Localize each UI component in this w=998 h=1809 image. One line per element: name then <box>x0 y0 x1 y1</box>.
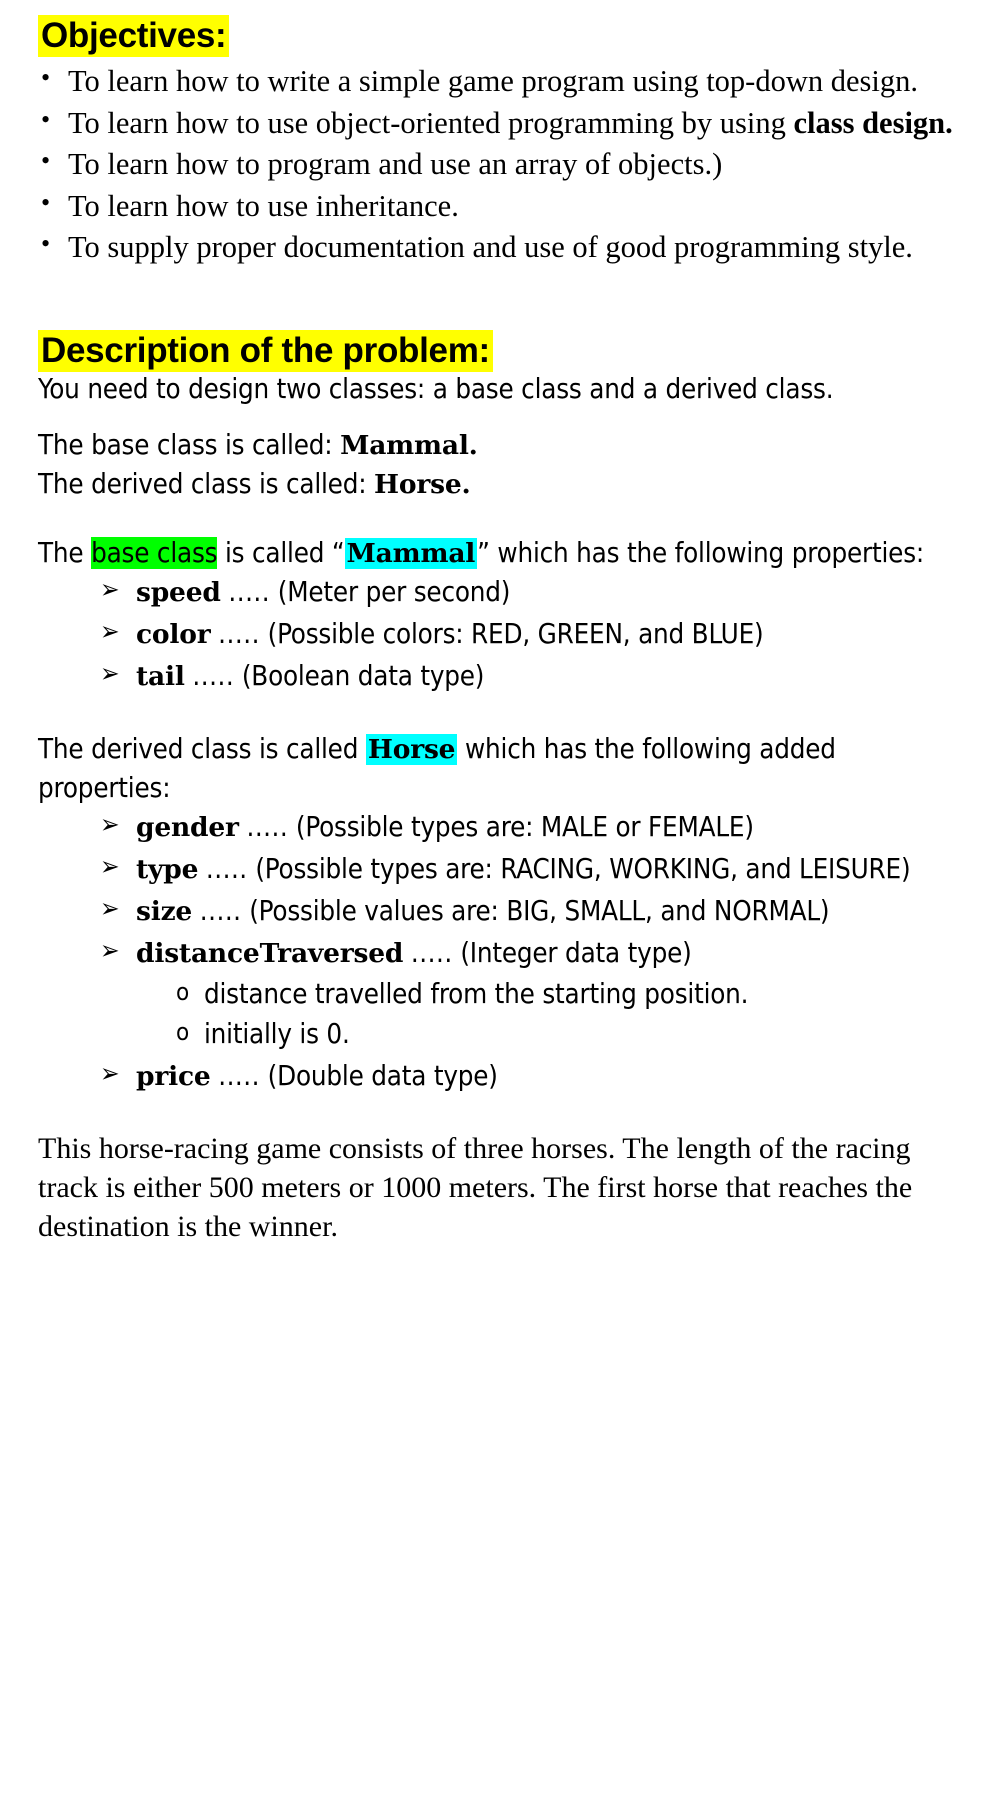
property-item: ➢ tail ..... (Boolean data type) <box>100 657 968 696</box>
bullet-dot-icon: • <box>41 63 51 93</box>
objectives-list: • To learn how to write a simple game pr… <box>0 61 998 268</box>
description-intro: You need to design two classes: a base c… <box>38 373 834 406</box>
derived-class-label: The derived class is called: <box>38 468 375 501</box>
arrow-bullet-icon: ➢ <box>100 617 120 648</box>
property-description: (Double data type) <box>267 1059 498 1092</box>
objectives-list-item: • To supply proper documentation and use… <box>38 227 954 268</box>
base-intro-part3: ” which has the following properties: <box>477 537 925 570</box>
property-name: type <box>136 853 199 885</box>
description-heading: Description of the problem: <box>38 330 998 372</box>
mammal-highlight: Mammal <box>344 538 478 570</box>
property-description: (Possible types are: MALE or FEMALE) <box>295 810 754 843</box>
objectives-item-text: To learn how to write a simple game prog… <box>68 64 918 99</box>
property-item: ➢ gender ..... (Possible types are: MALE… <box>100 808 968 847</box>
property-description: (Possible types are: RACING, WORKING, an… <box>255 852 911 885</box>
property-item: ➢ price ..... (Double data type) <box>100 1057 968 1096</box>
description-section-header: Description of the problem: <box>0 330 998 372</box>
objectives-heading: Objectives: <box>38 15 998 57</box>
base-properties-list: ➢ speed ..... (Meter per second) ➢ color… <box>38 573 968 696</box>
property-dots: ..... <box>192 660 235 693</box>
property-sub-list: o distance travelled from the starting p… <box>136 975 968 1054</box>
arrow-bullet-icon: ➢ <box>100 893 120 924</box>
objectives-item-text: To learn how to program and use an array… <box>68 147 723 182</box>
bullet-dot-icon: • <box>41 104 51 134</box>
objectives-list-item: • To learn how to program and use an arr… <box>38 144 954 185</box>
property-dots: ..... <box>205 852 248 885</box>
derived-class-name: Horse. <box>374 469 471 501</box>
arrow-bullet-icon: ➢ <box>100 575 120 606</box>
property-name: tail <box>136 661 185 693</box>
description-body: You need to design two classes: a base c… <box>0 370 998 1096</box>
property-dots: ..... <box>199 894 242 927</box>
derived-class-line: The derived class is called: Horse. <box>38 465 968 504</box>
property-name: price <box>136 1060 211 1092</box>
property-description: (Possible colors: RED, GREEN, and BLUE) <box>267 618 764 651</box>
property-item: ➢ color ..... (Possible colors: RED, GRE… <box>100 615 968 654</box>
base-class-name: Mammal. <box>340 430 478 462</box>
circle-bullet-icon: o <box>176 977 190 1006</box>
property-sub-item: o distance travelled from the starting p… <box>174 975 968 1014</box>
arrow-bullet-icon: ➢ <box>100 809 120 840</box>
base-class-line: The base class is called: Mammal. <box>38 426 968 465</box>
property-item: ➢ type ..... (Possible types are: RACING… <box>100 850 968 889</box>
property-item: ➢ size ..... (Possible values are: BIG, … <box>100 892 968 931</box>
property-name: color <box>136 619 211 651</box>
objectives-section-header: Objectives: <box>0 0 998 57</box>
property-name: size <box>136 895 193 927</box>
objectives-item-emphasis: class design. <box>793 105 953 140</box>
closing-paragraph: This horse-racing game consists of three… <box>38 1131 913 1243</box>
circle-bullet-icon: o <box>176 1017 190 1046</box>
property-description: (Boolean data type) <box>241 660 485 693</box>
objectives-heading-text: Objectives: <box>38 15 230 57</box>
bullet-dot-icon: • <box>41 229 51 259</box>
derived-properties-list: ➢ gender ..... (Possible types are: MALE… <box>38 808 968 1096</box>
horse-highlight: Horse <box>365 733 458 765</box>
base-intro-part2: is called “ <box>217 537 345 570</box>
arrow-bullet-icon: ➢ <box>100 935 120 966</box>
property-sub-text: distance travelled from the starting pos… <box>204 977 749 1010</box>
property-item: ➢ distanceTraversed ..... (Integer data … <box>100 934 968 1054</box>
arrow-bullet-icon: ➢ <box>100 851 120 882</box>
derived-class-intro-paragraph: The derived class is called Horse which … <box>38 730 968 808</box>
base-class-intro-paragraph: The base class is called “Mammal” which … <box>38 534 968 573</box>
derived-intro-part1: The derived class is called <box>38 732 366 765</box>
property-sub-item: o initially is 0. <box>174 1015 968 1054</box>
description-heading-text: Description of the problem: <box>38 330 493 372</box>
base-class-highlight: base class <box>91 537 218 570</box>
objectives-list-item: • To learn how to write a simple game pr… <box>38 61 954 102</box>
bullet-dot-icon: • <box>41 146 51 176</box>
document-page: Objectives: • To learn how to write a si… <box>0 0 998 1809</box>
base-intro-part1: The <box>38 537 92 570</box>
property-description: (Integer data type) <box>460 936 692 969</box>
bullet-dot-icon: • <box>41 187 51 217</box>
property-name: speed <box>136 577 221 609</box>
objectives-item-text: To learn how to use object-oriented prog… <box>68 105 794 140</box>
property-dots: ..... <box>218 618 260 651</box>
property-dots: ..... <box>228 576 271 609</box>
property-dots: ..... <box>218 1059 260 1092</box>
property-description: (Possible values are: BIG, SMALL, and NO… <box>249 894 830 927</box>
property-description: (Meter per second) <box>277 576 511 609</box>
base-class-label: The base class is called: <box>38 429 341 462</box>
objectives-item-text: To supply proper documentation and use o… <box>68 230 913 265</box>
objectives-item-text: To learn how to use inheritance. <box>68 188 459 223</box>
arrow-bullet-icon: ➢ <box>100 659 120 690</box>
property-dots: ..... <box>246 810 289 843</box>
objectives-list-item: • To learn how to use inheritance. <box>38 186 954 227</box>
property-sub-text: initially is 0. <box>204 1017 350 1050</box>
property-name: gender <box>136 811 239 843</box>
property-dots: ..... <box>410 936 453 969</box>
property-name: distanceTraversed <box>136 937 404 969</box>
property-item: ➢ speed ..... (Meter per second) <box>100 573 968 612</box>
arrow-bullet-icon: ➢ <box>100 1058 120 1089</box>
objectives-list-item: • To learn how to use object-oriented pr… <box>38 103 954 144</box>
